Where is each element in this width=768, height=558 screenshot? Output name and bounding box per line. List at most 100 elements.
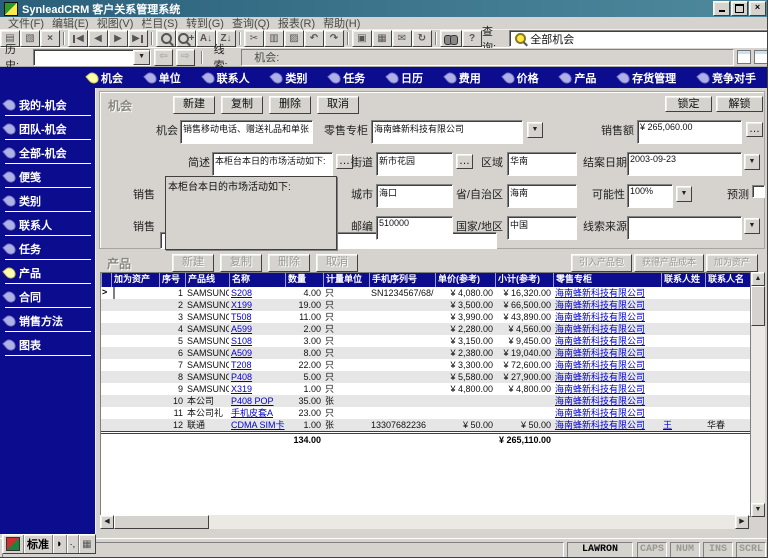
zoom-plus-icon[interactable]: + xyxy=(176,30,196,47)
column-header-零售专柜[interactable]: 零售专柜 xyxy=(553,273,661,287)
scroll-down-icon[interactable]: ▼ xyxy=(751,503,765,517)
product-link[interactable]: X319 xyxy=(231,384,252,394)
history-combo[interactable]: ▼ xyxy=(33,49,151,66)
close-button[interactable]: × xyxy=(749,1,766,16)
asset-cell[interactable] xyxy=(111,359,159,371)
form-view-icon[interactable] xyxy=(754,50,768,64)
paste-icon[interactable]: ▨ xyxy=(284,30,304,47)
cut-icon[interactable]: ✂ xyxy=(244,30,264,47)
tab-日历[interactable]: 日历 xyxy=(388,70,425,89)
product-link[interactable]: A509 xyxy=(231,348,252,358)
tab-价格[interactable]: 价格 xyxy=(504,70,541,89)
amount-input[interactable]: ¥ 265,060.00 xyxy=(637,120,742,144)
tab-费用[interactable]: 费用 xyxy=(446,70,483,89)
city-input[interactable]: 海口 xyxy=(376,184,453,208)
table-row[interactable]: 6SAMSUNGA5098.00只¥ 2,380.00¥ 19,040.00海南… xyxy=(101,347,750,359)
asset-cell[interactable] xyxy=(111,419,159,431)
column-header-小计(参考)[interactable]: 小计(参考) xyxy=(495,273,553,287)
counter-link[interactable]: 海南蜂新科技有限公司 xyxy=(555,384,645,394)
counter-link[interactable]: 海南蜂新科技有限公司 xyxy=(555,300,645,310)
tab-联系人[interactable]: 联系人 xyxy=(204,70,252,89)
sidebar-item-图表[interactable]: 图表 xyxy=(5,335,91,356)
street-ellipsis-button[interactable]: … xyxy=(456,154,473,169)
counter-link[interactable]: 海南蜂新科技有限公司 xyxy=(555,288,645,298)
table-row[interactable]: 11本公司礼手机皮套A23.00只海南蜂新科技有限公司 xyxy=(101,407,750,419)
table-row[interactable]: 5SAMSUNGS1083.00只¥ 3,150.00¥ 9,450.00海南蜂… xyxy=(101,335,750,347)
forward-icon[interactable]: ⇨ xyxy=(176,49,195,66)
asset-cell[interactable] xyxy=(111,335,159,347)
contact-lastname-link[interactable]: 王 xyxy=(663,420,672,430)
加为资产-button[interactable]: 加为资产 xyxy=(706,254,758,272)
sidebar-item-全部-机会[interactable]: 全部-机会 xyxy=(5,143,91,164)
column-header-产品线[interactable]: 产品线 xyxy=(185,273,229,287)
table-row[interactable]: 7SAMSUNGT20822.00只¥ 3,300.00¥ 72,600.00海… xyxy=(101,359,750,371)
column-header-手机序列号[interactable]: 手机序列号 xyxy=(369,273,435,287)
copy-icon[interactable]: ▥ xyxy=(264,30,284,47)
column-header-联系人名[interactable]: 联系人名 xyxy=(705,273,749,287)
back-icon[interactable]: ⇦ xyxy=(154,49,173,66)
asset-checkbox[interactable] xyxy=(113,287,115,299)
asset-cell[interactable] xyxy=(111,299,159,311)
counter-link[interactable]: 海南蜂新科技有限公司 xyxy=(555,372,645,382)
counter-link[interactable]: 海南蜂新科技有限公司 xyxy=(555,312,645,322)
tab-任务[interactable]: 任务 xyxy=(330,70,367,89)
table-row[interactable]: 10本公司P408 POP35.00张海南蜂新科技有限公司 xyxy=(101,395,750,407)
column-header-名称[interactable]: 名称 xyxy=(229,273,285,287)
取消-button[interactable]: 取消 xyxy=(317,96,359,114)
table-row[interactable]: >1SAMSUNGS2084.00只SN1234567/68/¥ 4,080.0… xyxy=(101,287,750,299)
asset-cell[interactable] xyxy=(111,287,159,299)
restore-button[interactable] xyxy=(731,1,748,16)
counter-combo[interactable]: 海南蜂新科技有限公司 xyxy=(371,120,523,144)
asset-cell[interactable] xyxy=(111,407,159,419)
undo-icon[interactable]: ↶ xyxy=(304,30,324,47)
asset-cell[interactable] xyxy=(111,323,159,335)
minimize-button[interactable] xyxy=(713,1,730,16)
ime-punctuation-icon[interactable]: ·, xyxy=(66,535,79,553)
tab-产品[interactable]: 产品 xyxy=(561,70,598,89)
counter-link[interactable]: 海南蜂新科技有限公司 xyxy=(555,408,645,418)
sidebar-item-我的-机会[interactable]: 我的-机会 xyxy=(5,95,91,116)
sidebar-item-便笺[interactable]: 便笺 xyxy=(5,167,91,188)
table-row[interactable]: 2SAMSUNGX19919.00只¥ 3,500.00¥ 66,500.00海… xyxy=(101,299,750,311)
lead-source-dropdown-icon[interactable]: ▼ xyxy=(744,218,760,234)
zip-input[interactable]: 510000 xyxy=(376,216,453,240)
scroll-up-icon[interactable]: ▲ xyxy=(751,272,765,286)
summary-input[interactable]: 本柜台本日的市场活动如下: xyxy=(212,152,333,176)
counter-dropdown-icon[interactable]: ▼ xyxy=(527,122,543,138)
引入产品包-button[interactable]: 引入产品包 xyxy=(571,254,632,272)
asset-cell[interactable] xyxy=(111,311,159,323)
tab-竞争对手[interactable]: 竞争对手 xyxy=(699,70,758,89)
table-row[interactable]: 3SAMSUNGT50811.00只¥ 3,990.00¥ 43,890.00海… xyxy=(101,311,750,323)
menu-item-5[interactable]: 查询(Q) xyxy=(232,15,270,31)
sidebar-item-销售方法[interactable]: 销售方法 xyxy=(5,311,91,332)
layout-icon[interactable]: ▦ xyxy=(372,30,392,47)
redo-icon[interactable]: ↷ xyxy=(324,30,344,47)
product-link[interactable]: A599 xyxy=(231,324,252,334)
table-row[interactable]: 4SAMSUNGA5992.00只¥ 2,280.00¥ 4,560.00海南蜂… xyxy=(101,323,750,335)
close-date-input[interactable]: 2003-09-23 xyxy=(627,152,742,176)
column-header-加为资产[interactable]: 加为资产 xyxy=(111,273,159,287)
product-link[interactable]: X199 xyxy=(231,300,252,310)
counter-link[interactable]: 海南蜂新科技有限公司 xyxy=(555,324,645,334)
amount-ellipsis-button[interactable]: … xyxy=(746,122,763,137)
forecast-checkbox[interactable] xyxy=(752,185,765,198)
first-icon[interactable]: ◀ xyxy=(68,30,88,47)
menu-item-1[interactable]: 编辑(E) xyxy=(52,15,89,31)
ime-mode-button[interactable]: 标准 xyxy=(23,535,52,553)
table-row[interactable]: 9SAMSUNGX3191.00只¥ 4,800.00¥ 4,800.00海南蜂… xyxy=(101,383,750,395)
tab-类别[interactable]: 类别 xyxy=(272,70,309,89)
menu-item-3[interactable]: 栏目(S) xyxy=(141,15,178,31)
region-input[interactable]: 华南 xyxy=(507,152,577,176)
print-icon[interactable]: ▣ xyxy=(352,30,372,47)
menu-item-0[interactable]: 文件(F) xyxy=(8,15,44,31)
counter-link[interactable]: 海南蜂新科技有限公司 xyxy=(555,348,645,358)
product-link[interactable]: S208 xyxy=(231,288,252,298)
horizontal-scrollbar-thumb[interactable] xyxy=(114,515,209,529)
column-header-数量[interactable]: 数量 xyxy=(285,273,323,287)
mail-icon[interactable]: ✉ xyxy=(392,30,412,47)
product-link[interactable]: T508 xyxy=(231,312,252,322)
unlock-button[interactable]: 解锁 xyxy=(716,96,763,112)
last-icon[interactable]: ▶ xyxy=(128,30,148,47)
menu-item-2[interactable]: 视图(V) xyxy=(97,15,134,31)
close-date-dropdown-icon[interactable]: ▼ xyxy=(744,154,760,170)
